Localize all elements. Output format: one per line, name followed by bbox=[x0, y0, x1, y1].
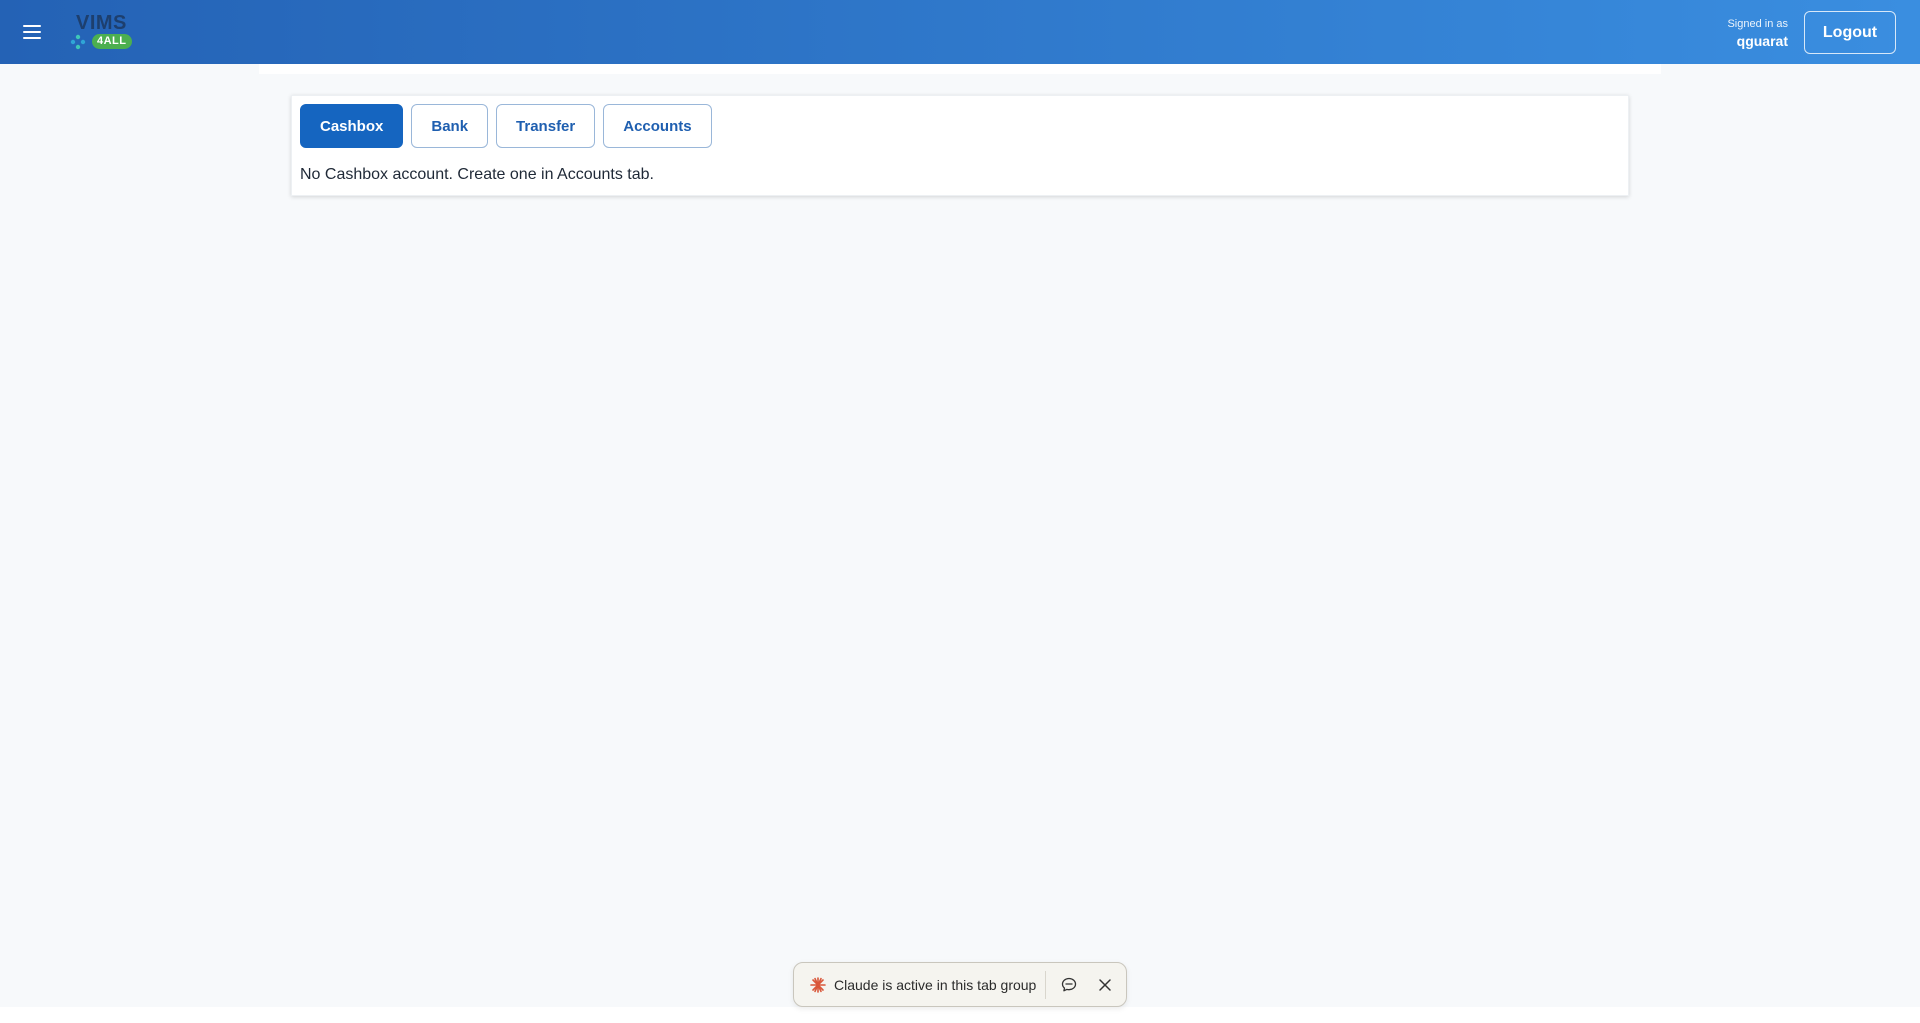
logo-badge: 4ALL bbox=[92, 34, 132, 49]
close-icon[interactable] bbox=[1096, 976, 1114, 994]
top-header: VIMS 4ALL Signed in as qguarat Logout bbox=[0, 0, 1920, 64]
cashbox-card: Cashbox Bank Transfer Accounts No Cashbo… bbox=[291, 95, 1629, 196]
logo-mark-icon bbox=[70, 34, 86, 50]
tab-bar: Cashbox Bank Transfer Accounts bbox=[300, 104, 712, 148]
logo-text: VIMS bbox=[76, 12, 127, 34]
claude-star-icon bbox=[810, 976, 826, 993]
logout-button[interactable]: Logout bbox=[1804, 11, 1896, 54]
claude-status-bar: Claude is active in this tab group bbox=[793, 962, 1127, 1007]
tab-bank[interactable]: Bank bbox=[411, 104, 489, 148]
divider bbox=[1045, 971, 1046, 999]
tab-accounts[interactable]: Accounts bbox=[603, 104, 712, 148]
app-logo[interactable]: VIMS 4ALL bbox=[68, 12, 138, 52]
signed-in-info: Signed in as qguarat bbox=[1727, 18, 1788, 49]
signed-in-label: Signed in as bbox=[1727, 18, 1788, 30]
tab-cashbox[interactable]: Cashbox bbox=[300, 104, 404, 148]
chat-icon[interactable] bbox=[1060, 976, 1078, 994]
claude-status-text: Claude is active in this tab group bbox=[834, 976, 1037, 993]
bottom-strip bbox=[0, 1007, 1920, 1023]
page-background bbox=[0, 64, 1920, 1007]
tab-transfer[interactable]: Transfer bbox=[496, 104, 596, 148]
content-strip bbox=[259, 64, 1661, 74]
empty-state-message: No Cashbox account. Create one in Accoun… bbox=[300, 166, 654, 183]
menu-icon[interactable] bbox=[20, 20, 44, 44]
username: qguarat bbox=[1736, 33, 1788, 49]
